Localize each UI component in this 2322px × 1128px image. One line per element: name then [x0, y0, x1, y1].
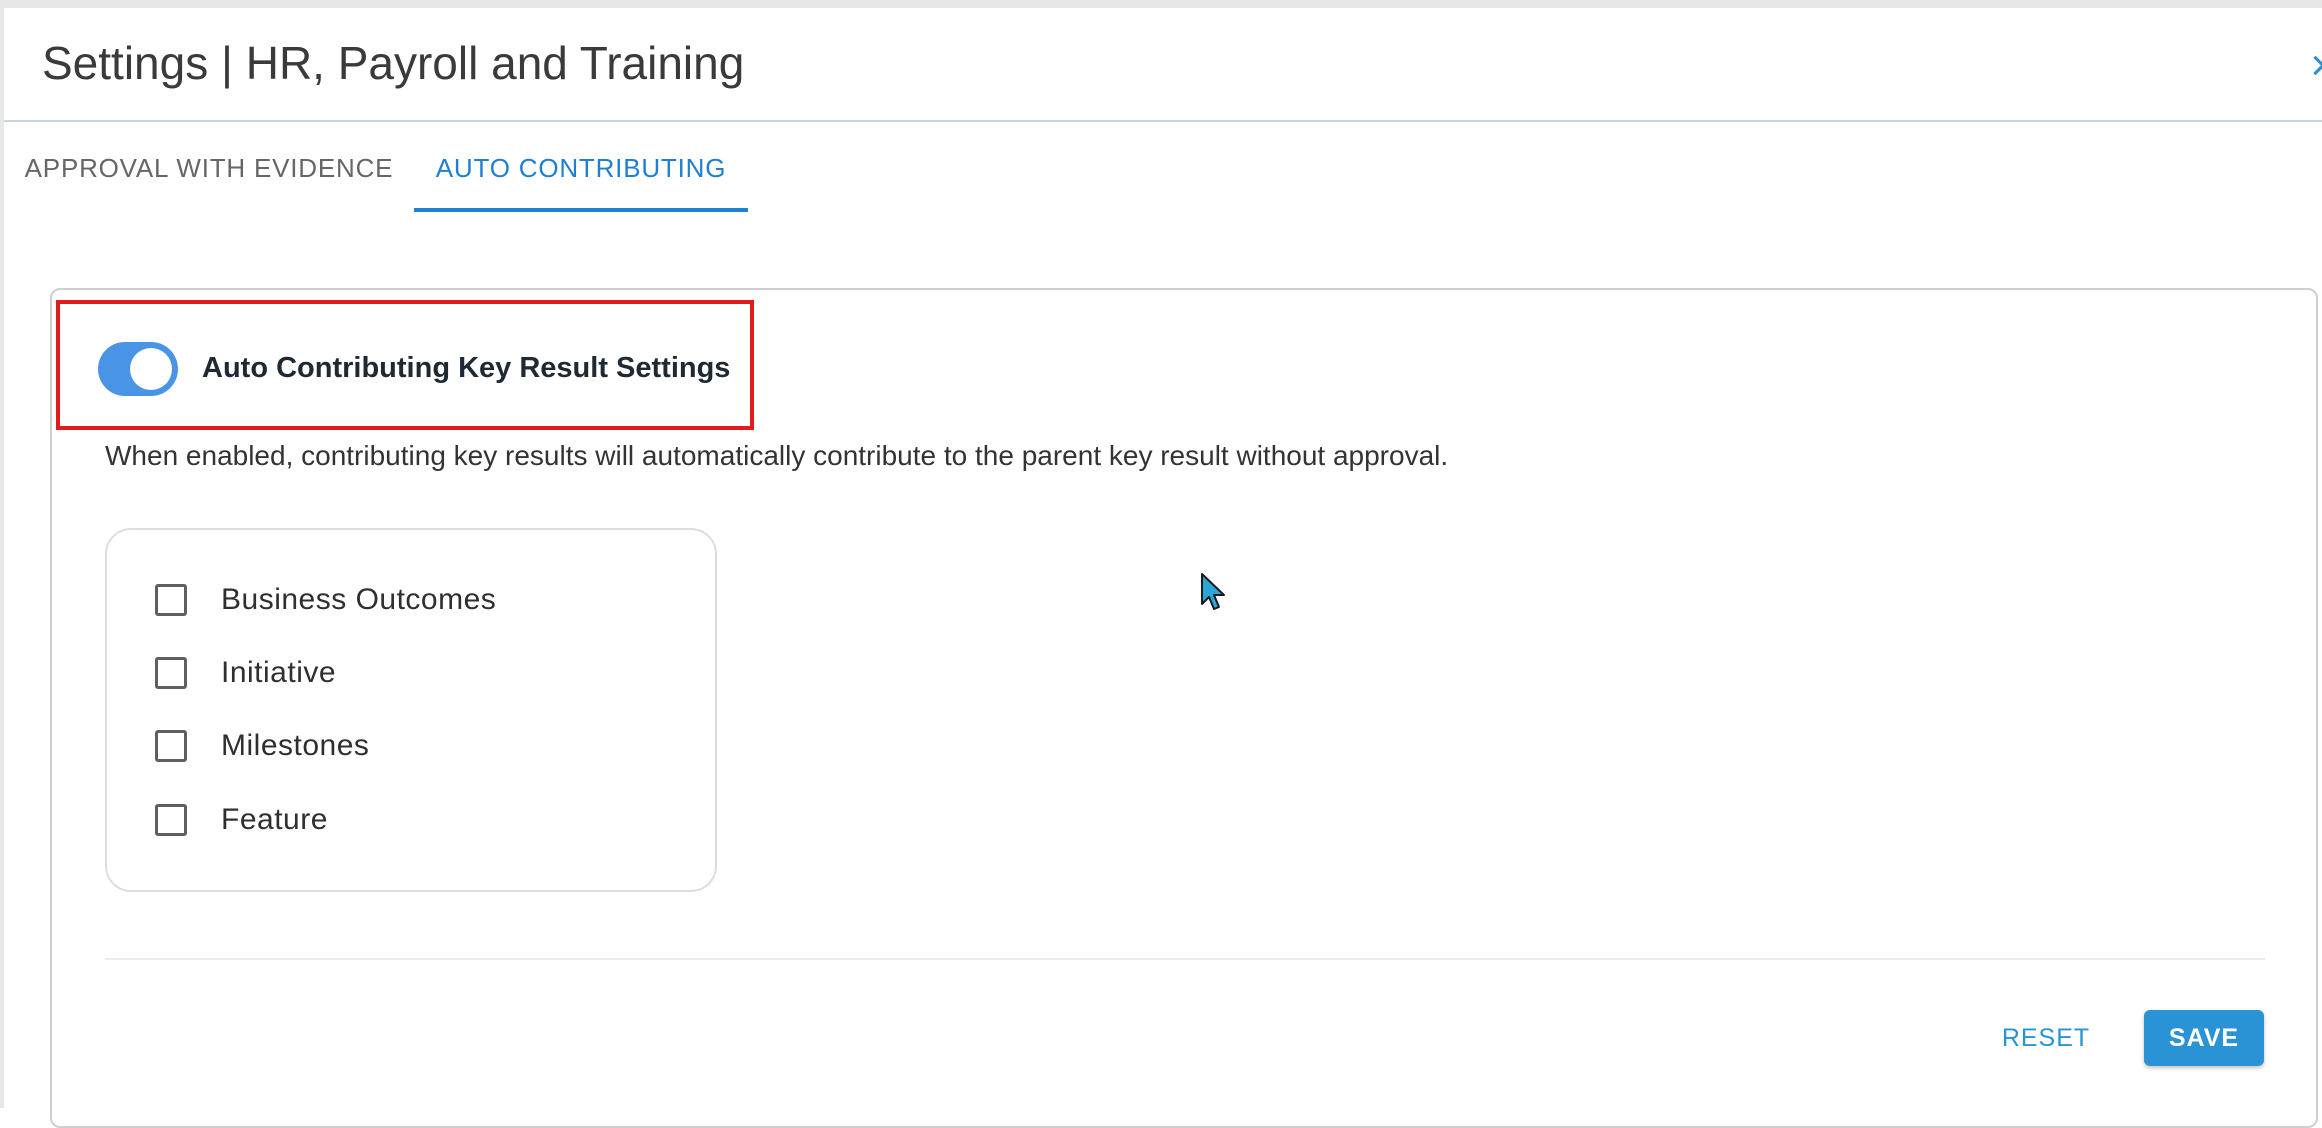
option-feature[interactable]: Feature — [155, 798, 328, 842]
save-button[interactable]: SAVE — [2144, 1010, 2264, 1066]
toggle-knob — [130, 348, 172, 390]
tab-approval-with-evidence[interactable]: APPROVAL WITH EVIDENCE — [4, 122, 414, 214]
option-milestones[interactable]: Milestones — [155, 724, 369, 768]
option-label: Feature — [221, 803, 328, 836]
reset-button[interactable]: RESET — [1986, 1010, 2106, 1066]
tab-auto-contributing[interactable]: AUTO CONTRIBUTING — [414, 122, 748, 214]
option-label: Milestones — [221, 729, 370, 762]
option-initiative[interactable]: Initiative — [155, 651, 336, 695]
close-icon[interactable]: × — [2310, 44, 2322, 88]
setting-description: When enabled, contributing key results w… — [105, 440, 1449, 471]
checkbox-feature[interactable] — [155, 804, 187, 836]
option-business-outcomes[interactable]: Business Outcomes — [155, 578, 496, 622]
active-tab-indicator — [414, 208, 748, 212]
checkbox-milestones[interactable] — [155, 730, 187, 762]
mouse-pointer-icon — [1201, 573, 1225, 610]
option-label: Business Outcomes — [221, 583, 497, 616]
options-box: Business Outcomes Initiative Milestones … — [105, 528, 717, 892]
window-top-strip — [0, 0, 2322, 8]
tab-bar: APPROVAL WITH EVIDENCE AUTO CONTRIBUTING — [4, 122, 2322, 214]
divider — [105, 958, 2265, 960]
auto-contributing-toggle[interactable] — [98, 342, 178, 396]
setting-label: Auto Contributing Key Result Settings — [202, 352, 731, 384]
checkbox-business-outcomes[interactable] — [155, 584, 187, 616]
checkbox-initiative[interactable] — [155, 657, 187, 689]
page-title: Settings | HR, Payroll and Training — [42, 37, 745, 89]
option-label: Initiative — [221, 656, 337, 689]
dialog-header: Settings | HR, Payroll and Training × — [4, 8, 2322, 122]
